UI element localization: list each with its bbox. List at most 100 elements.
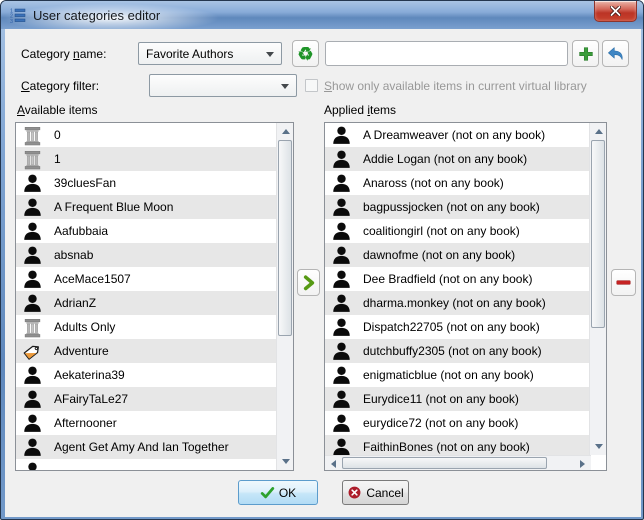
available-items-list[interactable]: 0 1 39cluesFan A Frequent Blue Moon Aafu… (15, 122, 294, 471)
user-icon (330, 124, 352, 146)
list-item[interactable]: Dispatch22705 (not on any book) (325, 315, 589, 339)
list-item[interactable]: 1 (16, 147, 276, 171)
virtual-library-checkbox-label: Show only available items in current vir… (324, 78, 587, 93)
list-item[interactable]: eurydice72 (not on any book) (325, 411, 589, 435)
scrollbar-down-button[interactable] (590, 438, 606, 455)
user-icon (330, 364, 352, 386)
cancel-button[interactable]: Cancel (342, 480, 409, 505)
column-icon (21, 316, 43, 338)
user-icon (21, 412, 43, 434)
list-item[interactable]: Aafubbaia (16, 219, 276, 243)
list-item[interactable]: Eurydice11 (not on any book) (325, 387, 589, 411)
user-icon (330, 172, 352, 194)
scrollbar-thumb[interactable] (342, 457, 547, 469)
unapply-item-button[interactable] (611, 269, 636, 296)
list-item[interactable]: Anaross (not on any book) (325, 171, 589, 195)
user-icon (21, 436, 43, 458)
list-item[interactable]: AdrianZ (16, 291, 276, 315)
list-item[interactable]: dutchbuffy2305 (not on any book) (325, 339, 589, 363)
close-icon (610, 6, 621, 16)
user-icon (330, 412, 352, 434)
scrollbar-left-button[interactable] (325, 456, 342, 470)
user-icon (21, 268, 43, 290)
user-icon (330, 436, 352, 455)
list-item[interactable]: Afternooner (16, 411, 276, 435)
list-item[interactable]: dharma.monkey (not on any book) (325, 291, 589, 315)
recycle-icon: ♻ (297, 43, 314, 64)
list-item[interactable]: FaithinBones (not on any book) (325, 435, 589, 455)
list-item[interactable]: A Frequent Blue Moon (16, 195, 276, 219)
list-item[interactable]: AFairyTaLe27 (16, 387, 276, 411)
category-filter-label: Category filter: (21, 78, 100, 93)
list-item[interactable] (16, 459, 276, 470)
user-icon (330, 388, 352, 410)
list-item[interactable]: dawnofme (not on any book) (325, 243, 589, 267)
list-item[interactable]: Adults Only (16, 315, 276, 339)
scrollbar-right-button[interactable] (574, 456, 591, 470)
rename-category-button[interactable] (602, 40, 629, 67)
list-item[interactable]: A Dreamweaver (not on any book) (325, 123, 589, 147)
right-chevron-icon (303, 275, 315, 291)
column-icon (21, 124, 43, 146)
scrollbar-thumb[interactable] (591, 140, 605, 328)
applied-items-list[interactable]: A Dreamweaver (not on any book) Addie Lo… (324, 122, 607, 471)
available-items-header: Available items (17, 103, 98, 117)
numbered-list-icon: 1 2 3 (10, 8, 26, 23)
list-item[interactable]: Addie Logan (not on any book) (325, 147, 589, 171)
list-item[interactable]: AceMace1507 (16, 267, 276, 291)
scrollbar-up-button[interactable] (590, 123, 606, 140)
category-name-value: Favorite Authors (146, 46, 234, 61)
tag-icon (21, 340, 43, 362)
list-item[interactable]: Aekaterina39 (16, 363, 276, 387)
user-icon (330, 268, 352, 290)
user-categories-editor-dialog: 1 2 3 User categories editor Category na… (0, 0, 644, 520)
virtual-library-checkbox[interactable] (305, 79, 318, 92)
list-item[interactable]: Adventure (16, 339, 276, 363)
scrollbar-up-button[interactable] (277, 123, 293, 140)
applied-items-header: Applied items (324, 103, 397, 117)
list-item[interactable]: 39cluesFan (16, 171, 276, 195)
list-item[interactable]: Dee Bradfield (not on any book) (325, 267, 589, 291)
user-icon (330, 292, 352, 314)
list-item[interactable]: bagpussjocken (not on any book) (325, 195, 589, 219)
user-icon (21, 172, 43, 194)
category-filter-combobox[interactable] (149, 74, 297, 97)
user-icon (21, 196, 43, 218)
available-vertical-scrollbar[interactable] (276, 123, 293, 470)
category-name-label: Category name: (21, 46, 107, 61)
applied-horizontal-scrollbar[interactable] (325, 455, 591, 470)
cancel-button-label: Cancel (366, 485, 404, 500)
user-icon (21, 292, 43, 314)
list-item[interactable]: coalitiongirl (not on any book) (325, 219, 589, 243)
user-icon (21, 388, 43, 410)
add-category-button[interactable] (572, 40, 599, 67)
list-item[interactable]: 0 (16, 123, 276, 147)
scrollbar-thumb[interactable] (278, 140, 292, 336)
user-icon (330, 340, 352, 362)
user-icon (330, 196, 352, 218)
applied-vertical-scrollbar[interactable] (589, 123, 606, 455)
window-title: User categories editor (33, 7, 161, 23)
list-item[interactable]: absnab (16, 243, 276, 267)
titlebar[interactable]: 1 2 3 User categories editor (1, 1, 643, 29)
new-category-name-input[interactable] (325, 41, 568, 66)
category-name-combobox[interactable]: Favorite Authors (138, 42, 282, 65)
list-item[interactable]: enigmaticblue (not on any book) (325, 363, 589, 387)
close-button[interactable] (594, 1, 637, 22)
list-item[interactable]: Agent Get Amy And Ian Together (16, 435, 276, 459)
user-icon (21, 460, 43, 470)
ok-button[interactable]: OK (238, 480, 318, 505)
applied-items-rows: A Dreamweaver (not on any book) Addie Lo… (325, 123, 589, 455)
plus-icon (578, 46, 593, 61)
minus-icon (616, 280, 631, 285)
dialog-body: Category name: Favorite Authors ♻ Catego… (5, 29, 641, 517)
apply-item-button[interactable] (297, 269, 320, 296)
green-check-icon (260, 487, 275, 499)
user-icon (330, 220, 352, 242)
undo-arrow-icon (608, 47, 623, 60)
user-icon (330, 316, 352, 338)
new-category-button[interactable]: ♻ (292, 40, 319, 67)
scrollbar-down-button[interactable] (277, 453, 293, 470)
ok-button-label: OK (278, 485, 297, 500)
column-icon (21, 148, 43, 170)
